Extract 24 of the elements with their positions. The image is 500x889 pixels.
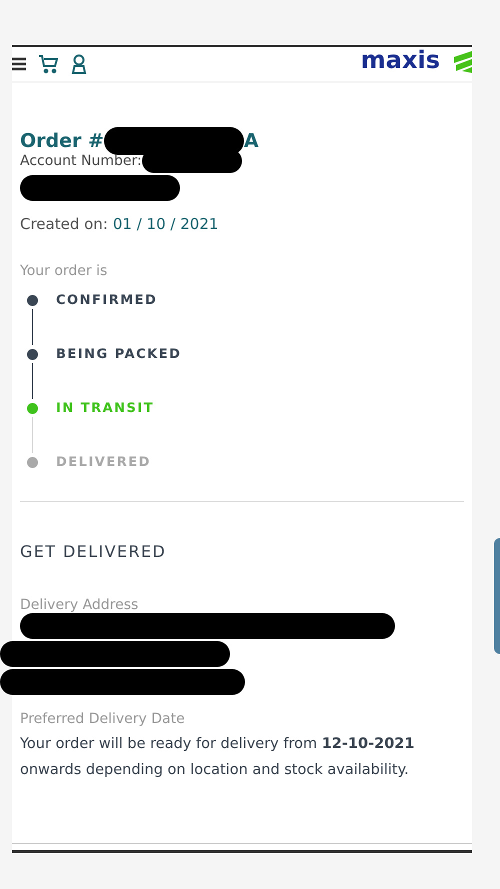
order-title-suffix: A bbox=[244, 130, 259, 152]
status-dot bbox=[27, 348, 38, 360]
status-dot bbox=[27, 456, 38, 468]
cart-icon[interactable] bbox=[38, 54, 58, 74]
swirl-icon bbox=[452, 51, 472, 75]
logo[interactable]: maxis bbox=[360, 48, 440, 80]
side-tab[interactable] bbox=[494, 538, 500, 654]
created-date: 01 / 10 / 2021 bbox=[112, 215, 218, 233]
address-label: Delivery Address bbox=[20, 597, 140, 613]
user-icon[interactable] bbox=[70, 54, 88, 74]
status-label: DELIVERED bbox=[56, 454, 151, 470]
status-label: CONFIRMED bbox=[56, 292, 158, 308]
status-dot bbox=[27, 294, 38, 306]
delivery-note: Your order will be ready for delivery from 12-10-2021 onwards depending on location and stock availability. bbox=[20, 735, 416, 780]
status-label: IN TRANSIT bbox=[56, 400, 154, 416]
status-intro: Your order is bbox=[20, 263, 108, 279]
account-label: Account Number: bbox=[20, 153, 142, 169]
status-dot bbox=[27, 402, 38, 414]
status-label: BEING PACKED bbox=[56, 346, 182, 362]
date-label: Preferred Delivery Date bbox=[20, 711, 186, 727]
order-title: Order # bbox=[20, 130, 104, 152]
created-label: Created on: bbox=[20, 215, 108, 233]
menu-icon[interactable] bbox=[12, 57, 26, 71]
section-heading: GET DELIVERED bbox=[20, 542, 168, 561]
